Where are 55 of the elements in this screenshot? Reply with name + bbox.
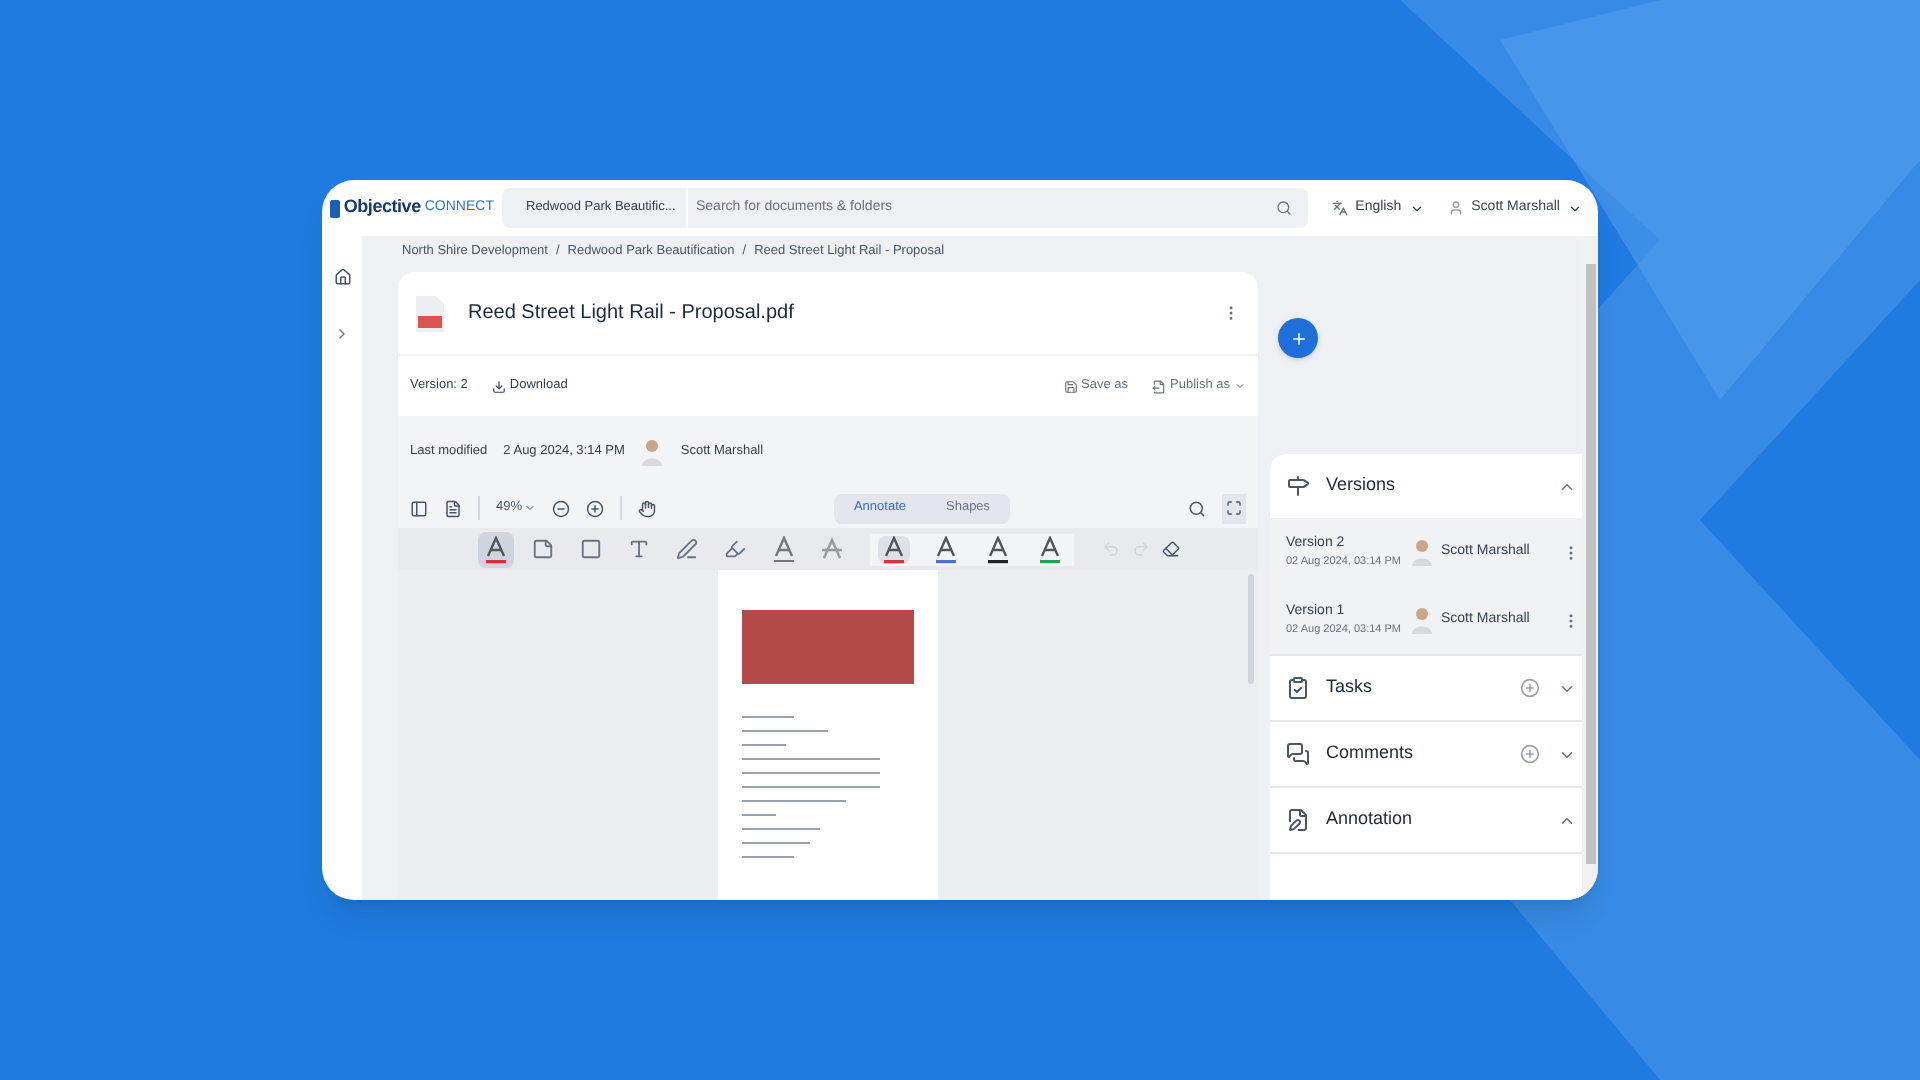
letter-a-icon [935,535,955,557]
download-icon [491,379,506,393]
avatar-icon [640,438,665,466]
section-title: Annotation [1326,806,1415,833]
underlined-letter-icon [483,535,507,563]
tool-button[interactable] [477,531,513,567]
section-icon [1286,808,1310,832]
letter-a-icon [1039,535,1059,557]
document-title: Reed Street Light Rail - Proposal.pdf [468,300,796,328]
plus-icon [1289,329,1307,347]
section-icon [1286,742,1310,766]
section-title: Tasks [1326,674,1375,701]
user-icon [1447,200,1464,216]
square-icon [580,538,602,560]
home-icon[interactable] [333,268,351,286]
add-icon[interactable] [1519,678,1540,698]
avatar-icon [1409,538,1433,566]
file-export-icon [1152,379,1166,393]
chevron-down-icon [1409,201,1424,215]
zoom-out-icon[interactable] [552,499,571,517]
section-title: Comments [1326,740,1416,767]
zoom-in-icon[interactable] [586,499,605,517]
add-button[interactable] [1278,318,1318,358]
chevron-down-icon [524,502,537,514]
save-icon [1063,379,1077,393]
note-icon [532,538,554,560]
strikethrough-letter-icon [819,535,843,563]
letter-a-icon [987,535,1007,557]
underlined-letter-icon [771,535,795,563]
font-color-button[interactable] [877,535,909,563]
section-title: Versions [1326,472,1398,499]
section-icon [1286,676,1310,700]
text-icon [628,538,650,560]
scrollbar[interactable] [1582,236,1598,900]
logo-text: Objective [343,194,421,221]
fullscreen-button[interactable] [1222,493,1246,523]
eraser-icon[interactable] [1161,540,1179,558]
section-icon [1286,474,1310,498]
pen-icon [676,538,698,560]
highlighter-icon [724,538,746,560]
sidebar-toggle-icon[interactable] [410,499,428,517]
translate-icon [1331,200,1348,216]
chevron-down-icon [1568,201,1582,215]
fullscreen-icon [1226,500,1242,516]
pdf-file-icon [416,295,444,331]
letter-a-icon [883,535,903,557]
page-icon[interactable] [444,499,462,517]
expand-icon[interactable] [334,326,350,342]
add-icon[interactable] [1519,744,1540,764]
avatar-icon [1409,606,1433,634]
hand-icon[interactable] [638,499,657,517]
chevron-down-icon [1234,380,1246,392]
logo-icon [330,199,340,217]
search-icon[interactable] [1275,200,1292,216]
search-icon[interactable] [1188,499,1206,517]
